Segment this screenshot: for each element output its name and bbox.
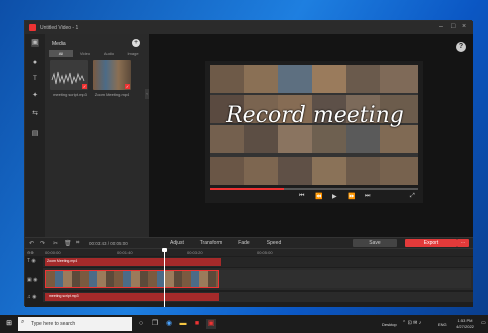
ruler-tick: 00:00:00 — [45, 250, 61, 255]
skip-end-icon[interactable]: ⏭ — [365, 193, 370, 200]
transition-icon[interactable]: ⇆ — [31, 110, 39, 118]
video-track — [43, 268, 473, 290]
start-icon[interactable]: ⊞ — [4, 319, 14, 329]
timeline: ⊖⊕ 00:00:00 00:01:40 00:03:20 00:05:00 T… — [25, 248, 473, 307]
search-placeholder: Type here to search — [31, 321, 76, 327]
audio-icon[interactable]: ● — [31, 59, 39, 67]
video-preview: Record meeting — [210, 65, 418, 185]
tab-image[interactable]: Image — [121, 50, 145, 57]
media-item-audio-label: meeting script.mp3 — [53, 92, 87, 97]
close-icon[interactable]: × — [462, 23, 466, 31]
speed-button[interactable]: Speed — [261, 239, 287, 247]
edit-toolbar: ↶ ↷ ✂ 🗑 ⌗ 00:03:43 / 00:05:00 Adjust Tra… — [25, 237, 473, 249]
task-view-icon[interactable]: ❐ — [150, 319, 160, 329]
transform-button[interactable]: Transform — [195, 239, 227, 247]
text-icon[interactable]: T — [31, 75, 39, 83]
delete-icon[interactable]: 🗑 — [64, 240, 72, 247]
edge-icon[interactable]: ◉ — [164, 319, 174, 329]
preview-frame: Record meeting ⏮ ⏪ ▶ ⏩ ⏭ ⤢ — [205, 61, 423, 203]
fast-forward-icon[interactable]: ⏩ — [348, 193, 355, 200]
minimize-icon[interactable]: – — [439, 23, 443, 31]
rewind-icon[interactable]: ⏪ — [315, 193, 322, 200]
audio-track-icon: ♫ ◉ — [27, 294, 37, 300]
playhead[interactable] — [161, 248, 167, 307]
undo-icon[interactable]: ↶ — [29, 240, 34, 247]
export-more-icon[interactable]: ⋯ — [457, 239, 469, 247]
media-panel: Media + All Video Audio Image ✓ ✓ meetin… — [45, 34, 149, 237]
active-app-taskbar-icon[interactable]: ▣ — [206, 319, 216, 329]
help-icon[interactable]: ? — [456, 42, 466, 52]
redo-icon[interactable]: ↷ — [40, 240, 45, 247]
add-media-icon[interactable]: + — [132, 39, 140, 47]
fullscreen-icon[interactable]: ⤢ — [410, 193, 415, 200]
export-button[interactable]: Export — [405, 239, 457, 247]
adjust-button[interactable]: Adjust — [163, 239, 191, 247]
video-track-empty — [219, 270, 471, 288]
cortana-icon[interactable]: ○ — [136, 319, 146, 329]
media-library-icon[interactable]: ▣ — [31, 39, 39, 47]
search-icon: ⌕ — [21, 319, 25, 325]
media-item-video[interactable]: ✓ — [93, 60, 131, 90]
video-clip[interactable] — [45, 270, 219, 288]
adjust-label: Adjust — [170, 240, 184, 246]
speed-label: Speed — [266, 240, 282, 246]
app-logo-icon — [29, 24, 36, 31]
ruler-tick: 00:01:40 — [117, 250, 133, 255]
media-item-video-label: Zoom Meeting.mp4 — [94, 92, 130, 97]
save-label: Save — [369, 240, 381, 246]
transform-label: Transform — [199, 240, 223, 246]
tab-audio[interactable]: Audio — [97, 50, 121, 57]
split-icon[interactable]: ✂ — [53, 240, 58, 247]
tray-icons[interactable]: ⌃ ⊡ ✉ ♪ — [402, 320, 421, 326]
sticker-icon[interactable]: ✦ — [31, 92, 39, 100]
crop-icon[interactable]: ⌗ — [76, 240, 79, 247]
language-indicator[interactable]: ENG — [438, 322, 447, 327]
app-window: Untitled Video - 1 – □ × ▣ ● T ✦ ⇆ ▤ Med… — [24, 20, 473, 307]
media-heading: Media — [52, 41, 66, 47]
fade-label: Fade — [238, 240, 250, 246]
tab-video[interactable]: Video — [73, 50, 97, 57]
zoom-controls-icon[interactable]: ⊖⊕ — [27, 250, 34, 255]
timecode: 00:03:43 / 00:05:00 — [89, 241, 128, 246]
window-title: Untitled Video - 1 — [40, 24, 79, 31]
clock-time[interactable]: 1:53 PM — [452, 318, 478, 323]
text-clip-label: Zoom Meeting.mp4 — [47, 259, 78, 263]
app-taskbar-icon[interactable]: ■ — [192, 319, 202, 329]
left-rail: ▣ ● T ✦ ⇆ ▤ — [25, 34, 45, 237]
notification-icon[interactable]: ▭ — [481, 320, 486, 326]
filter-icon[interactable]: ▤ — [31, 130, 39, 138]
tab-all[interactable]: All — [49, 50, 73, 57]
preview-progress-bar[interactable] — [210, 188, 418, 190]
clock-date[interactable]: 4/27/2022 — [452, 324, 478, 329]
check-icon: ✓ — [125, 84, 130, 89]
taskbar: ⊞ ⌕ Type here to search ○ ❐ ◉ ▬ ■ ▣ Desk… — [0, 315, 488, 333]
timeline-ruler: ⊖⊕ 00:00:00 00:01:40 00:03:20 00:05:00 — [25, 249, 473, 256]
preview-progress-fill — [210, 188, 284, 190]
export-label: Export — [423, 240, 439, 246]
skip-start-icon[interactable]: ⏮ — [299, 193, 304, 200]
check-icon: ✓ — [82, 84, 87, 89]
ruler-tick: 00:03:20 — [187, 250, 203, 255]
video-track-icon: ▣ ◉ — [27, 277, 38, 283]
playhead-handle[interactable] — [161, 248, 167, 252]
play-icon[interactable]: ▶ — [332, 193, 337, 200]
ruler-tick: 00:05:00 — [257, 250, 273, 255]
maximize-icon[interactable]: □ — [451, 23, 455, 31]
text-track-icon: T ◉ — [27, 258, 36, 264]
text-clip[interactable]: Zoom Meeting.mp4 — [45, 258, 221, 266]
text-track: Zoom Meeting.mp4 — [43, 257, 473, 267]
audio-track: meeting script.mp3 — [43, 292, 473, 302]
fade-button[interactable]: Fade — [233, 239, 255, 247]
media-item-audio[interactable]: ✓ — [50, 60, 88, 90]
title-bar: Untitled Video - 1 – □ × — [25, 21, 473, 34]
audio-clip-label: meeting script.mp3 — [49, 294, 79, 298]
taskbar-search-box[interactable]: ⌕ Type here to search — [18, 317, 132, 331]
overlay-title-text[interactable]: Record meeting — [220, 103, 410, 128]
save-button[interactable]: Save — [353, 239, 397, 247]
audio-clip[interactable]: meeting script.mp3 — [45, 293, 219, 301]
file-explorer-icon[interactable]: ▬ — [178, 319, 188, 329]
desktop-label[interactable]: Desktop — [382, 322, 397, 327]
